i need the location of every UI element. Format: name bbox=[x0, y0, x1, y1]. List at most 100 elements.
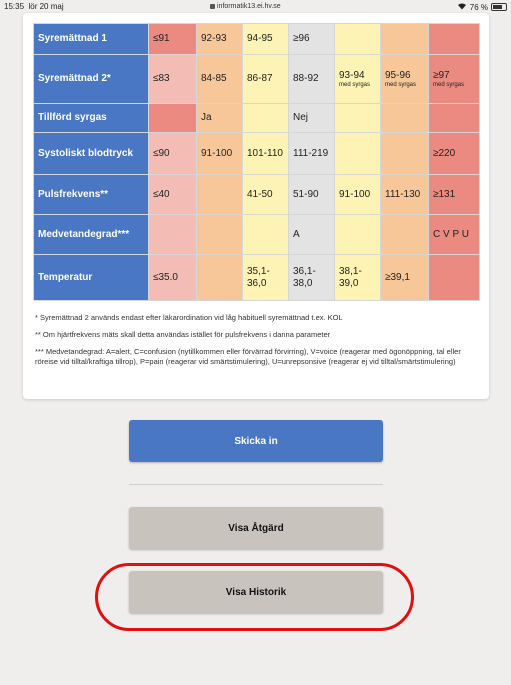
table-cell: 111-130 bbox=[380, 174, 429, 215]
table-cell: C V P U bbox=[428, 214, 480, 255]
submit-button[interactable]: Skicka in bbox=[129, 420, 383, 462]
table-cell: ≥96 bbox=[288, 23, 335, 55]
table-cell: 94-95 bbox=[242, 23, 289, 55]
show-history-button[interactable]: Visa Historik bbox=[129, 571, 383, 613]
news-table-card: Syremättnad 1 ≤91 92-93 94-95 ≥96 Syremättnad… bbox=[23, 13, 489, 399]
table-cell: ≤91 bbox=[148, 23, 197, 55]
table-row: Medvetandegrad*** A C V P U bbox=[33, 214, 480, 255]
battery-percent: 76 % bbox=[469, 2, 488, 12]
cell-value: ≥97 bbox=[433, 69, 450, 81]
cell-value: ≤90 bbox=[153, 147, 170, 159]
table-cell: ≥39,1 bbox=[380, 254, 429, 301]
table-cell: ≤83 bbox=[148, 54, 197, 104]
table-cell bbox=[380, 214, 429, 255]
cell-subtext: med syrgas bbox=[339, 81, 371, 88]
table-cell bbox=[380, 132, 429, 175]
cell-value: ≥39,1 bbox=[385, 271, 410, 283]
table-cell: ≤40 bbox=[148, 174, 197, 215]
table-cell: ≥220 bbox=[428, 132, 480, 175]
table-cell: 93-94 med syrgas bbox=[334, 54, 381, 104]
cell-value: 84-85 bbox=[201, 73, 227, 84]
table-cell: 86-87 bbox=[242, 54, 289, 104]
table-cell bbox=[334, 214, 381, 255]
cell-value: ≤91 bbox=[153, 33, 170, 44]
news-table: Syremättnad 1 ≤91 92-93 94-95 ≥96 Syremättnad… bbox=[33, 23, 480, 301]
table-cell: 35,1-36,0 bbox=[242, 254, 289, 301]
table-cell: 38,1-39,0 bbox=[334, 254, 381, 301]
cell-value: ≥220 bbox=[433, 147, 456, 159]
show-action-button[interactable]: Visa Åtgärd bbox=[129, 507, 383, 549]
cell-value: Nej bbox=[293, 112, 309, 123]
table-cell: 51-90 bbox=[288, 174, 335, 215]
table-cell bbox=[242, 103, 289, 133]
cell-value: ≤83 bbox=[153, 73, 170, 84]
cell-value: 111-130 bbox=[385, 188, 421, 200]
table-cell bbox=[148, 214, 197, 255]
address-url[interactable]: informatik13.ei.hv.se bbox=[210, 3, 281, 10]
cell-value: 95-96 bbox=[385, 69, 411, 81]
table-cell bbox=[148, 103, 197, 133]
table-cell: 101-110 bbox=[242, 132, 289, 175]
table-cell bbox=[428, 23, 480, 55]
cell-value: ≤40 bbox=[153, 188, 170, 200]
cell-value: 91-100 bbox=[339, 188, 371, 200]
row-label: Temperatur bbox=[33, 254, 149, 301]
table-cell: 92-93 bbox=[196, 23, 243, 55]
table-cell bbox=[242, 214, 289, 255]
cell-value: 36,1-38,0 bbox=[293, 265, 316, 289]
table-row: Pulsfrekvens** ≤40 41-50 51-90 91-100 111-130… bbox=[33, 174, 480, 215]
table-cell: 84-85 bbox=[196, 54, 243, 104]
table-cell: 91-100 bbox=[334, 174, 381, 215]
status-time: 15:35 lör 20 maj bbox=[4, 2, 64, 11]
cell-value: ≤35.0 bbox=[153, 271, 178, 283]
cell-value: ≥96 bbox=[293, 33, 310, 44]
table-cell: ≤90 bbox=[148, 132, 197, 175]
row-label: Pulsfrekvens** bbox=[33, 174, 149, 215]
cell-value: 51-90 bbox=[293, 188, 319, 200]
table-cell bbox=[196, 174, 243, 215]
cell-subtext: med syrgas bbox=[433, 81, 465, 88]
cell-value: A bbox=[293, 228, 300, 240]
table-cell bbox=[196, 254, 243, 301]
note-2: ** Om hjärtfrekvens mäts skall detta anv… bbox=[35, 330, 331, 340]
cell-value: 38,1-39,0 bbox=[339, 265, 362, 289]
row-label: Syremättnad 1 bbox=[33, 23, 149, 55]
status-bar: 15:35 lör 20 maj informatik13.ei.hv.se 7… bbox=[0, 0, 511, 14]
table-row: Syremättnad 2* ≤83 84-85 86-87 88-92 93-94 med… bbox=[33, 54, 480, 104]
cell-value: 93-94 bbox=[339, 69, 365, 81]
cell-value: 86-87 bbox=[247, 73, 273, 84]
table-notes: * Syremättnad 2 används endast efter läk… bbox=[35, 313, 475, 375]
table-row: Tillförd syrgas Ja Nej bbox=[33, 103, 480, 133]
cell-value: 94-95 bbox=[247, 33, 273, 44]
note-1: * Syremättnad 2 används endast efter läk… bbox=[35, 313, 343, 322]
row-label: Syremättnad 2* bbox=[33, 54, 149, 104]
table-cell bbox=[334, 132, 381, 175]
row-label: Systoliskt blodtryck bbox=[33, 132, 149, 175]
cell-value: 101-110 bbox=[247, 147, 283, 159]
table-row: Temperatur ≤35.0 35,1-36,0 36,1-38,0 38,1-39… bbox=[33, 254, 480, 301]
cell-value: 35,1-36,0 bbox=[247, 265, 270, 289]
table-cell: ≥97 med syrgas bbox=[428, 54, 480, 104]
table-cell: Nej bbox=[288, 103, 335, 133]
table-cell: 36,1-38,0 bbox=[288, 254, 335, 301]
lock-icon bbox=[210, 3, 215, 9]
table-cell: 111-219 bbox=[288, 132, 335, 175]
battery-icon bbox=[491, 3, 507, 11]
cell-subtext: med syrgas bbox=[385, 81, 417, 88]
table-cell: ≤35.0 bbox=[148, 254, 197, 301]
wifi-icon bbox=[457, 2, 467, 12]
cell-value: 92-93 bbox=[201, 33, 227, 44]
table-cell: 91-100 bbox=[196, 132, 243, 175]
table-cell bbox=[334, 23, 381, 55]
table-cell: ≥131 bbox=[428, 174, 480, 215]
note-3: *** Medvetandegrad: A=alert, C=confusion… bbox=[35, 347, 461, 367]
table-cell bbox=[334, 103, 381, 133]
row-label: Tillförd syrgas bbox=[33, 103, 149, 133]
table-cell bbox=[196, 214, 243, 255]
cell-value: 88-92 bbox=[293, 73, 319, 84]
table-row: Syremättnad 1 ≤91 92-93 94-95 ≥96 bbox=[33, 23, 480, 55]
table-cell: A bbox=[288, 214, 335, 255]
cell-value: ≥131 bbox=[433, 188, 456, 200]
table-cell bbox=[428, 254, 480, 301]
cell-value: C V P U bbox=[433, 228, 469, 240]
